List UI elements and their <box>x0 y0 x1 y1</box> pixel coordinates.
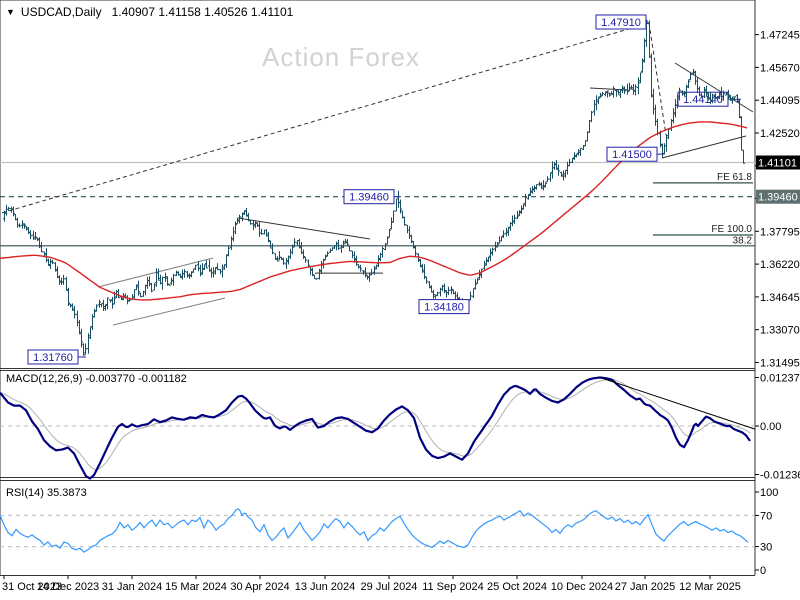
y-axis-label: 1.44095 <box>760 95 800 107</box>
date-label[interactable]: 13 Jun 2024 <box>295 581 356 593</box>
label-text: 1.47910 <box>601 17 641 29</box>
y-axis-label: 1.33070 <box>760 325 800 337</box>
symbol-dropdown-icon[interactable]: ▼ <box>6 7 15 17</box>
date-label[interactable]: 31 Jan 2024 <box>102 581 163 593</box>
y-axis-label: 1.42520 <box>760 128 800 140</box>
price-label-1.31760[interactable]: 1.31760 <box>27 349 86 365</box>
date-label[interactable]: 29 Jul 2024 <box>361 581 418 593</box>
macd-axis-label: -0.012367 <box>760 470 800 482</box>
rsi-axis-label: 0 <box>760 565 766 577</box>
watermark: Action Forex <box>262 42 420 72</box>
fib-label: FE 100.0 <box>711 224 752 235</box>
macd-axis-label: 0.012375 <box>760 373 800 385</box>
date-label[interactable]: 27 Jan 2025 <box>615 581 676 593</box>
label-text: 1.39460 <box>349 192 389 204</box>
y-axis-label: 1.36220 <box>760 259 800 271</box>
date-label[interactable]: 30 Apr 2024 <box>230 581 289 593</box>
price-label-1.41500[interactable]: 1.41500 <box>606 146 665 162</box>
macd-panel-header: MACD(12,26,9) -0.003770 -0.001182 <box>6 373 187 385</box>
rsi-axis-label: 100 <box>760 487 778 499</box>
date-label[interactable]: 25 Oct 2024 <box>487 581 547 593</box>
symbol-label: USDCAD,Daily <box>20 5 102 19</box>
trading-chart-window: FE 61.8 FE 100.0 38.2 1.44140 1.47910 1.41500… <box>0 0 800 600</box>
fib-label: FE 61.8 <box>717 172 752 183</box>
date-axis: 31 Oct 202314 Dec 2023 31 Jan 2024 15 Mar … <box>2 575 741 593</box>
rsi-axis-label: 70 <box>760 510 772 522</box>
date-label[interactable]: 11 Sep 2024 <box>422 581 484 593</box>
ohlc-quotes: 1.40907 1.41158 1.40526 1.41101 <box>111 5 294 19</box>
y-axis-label: 1.37795 <box>760 226 800 238</box>
date-label[interactable]: 15 Mar 2024 <box>165 581 227 593</box>
macd-signal-line <box>0 378 751 470</box>
chart-frame <box>0 0 756 576</box>
y-axis-label: 1.31495 <box>760 358 800 370</box>
wedge-rising-support[interactable] <box>661 135 747 159</box>
macd-descending-trendline[interactable] <box>599 377 756 430</box>
mid-descending-top[interactable] <box>237 217 371 240</box>
y-axis-label: 1.47245 <box>760 30 800 42</box>
label-text: 1.31760 <box>33 352 73 364</box>
rsi-panel-header: RSI(14) 35.3873 <box>6 487 87 499</box>
rsi-panel: 100 70 30 0 <box>0 487 778 577</box>
channel-lower[interactable] <box>112 297 226 326</box>
current-price-text: 1.41101 <box>758 158 797 170</box>
macd-panel: 0.012375 0.00 -0.012367 <box>0 373 800 482</box>
price-y-axis: 1.472451.456701.440951.425201.409451.393… <box>755 30 800 370</box>
y-axis-label: 1.45670 <box>760 62 800 74</box>
macd-axis-label: 0.00 <box>760 421 781 433</box>
price-label-1.47910[interactable]: 1.47910 <box>595 14 649 30</box>
highlight-price-text: 1.39460 <box>758 192 798 204</box>
date-label[interactable]: 10 Dec 2024 <box>551 581 613 593</box>
y-axis-label: 1.34645 <box>760 292 800 304</box>
price-label-1.39460[interactable]: 1.39460 <box>343 189 399 205</box>
chart-canvas: FE 61.8FE 100.038.21.441401.479101.41500… <box>0 0 800 593</box>
chart-title-bar: ▼ USDCAD,Daily 1.40907 1.41158 1.40526 1.4… <box>6 5 293 19</box>
price-label-1.34180[interactable]: 1.34180 <box>418 299 470 315</box>
date-label[interactable]: 12 Mar 2025 <box>679 581 741 593</box>
label-text: 1.34180 <box>424 302 464 314</box>
rsi-axis-label: 30 <box>760 542 772 554</box>
date-label[interactable]: 14 Dec 2023 <box>37 581 99 593</box>
fib-label: 38.2 <box>733 236 753 247</box>
label-text: 1.41500 <box>612 149 652 161</box>
